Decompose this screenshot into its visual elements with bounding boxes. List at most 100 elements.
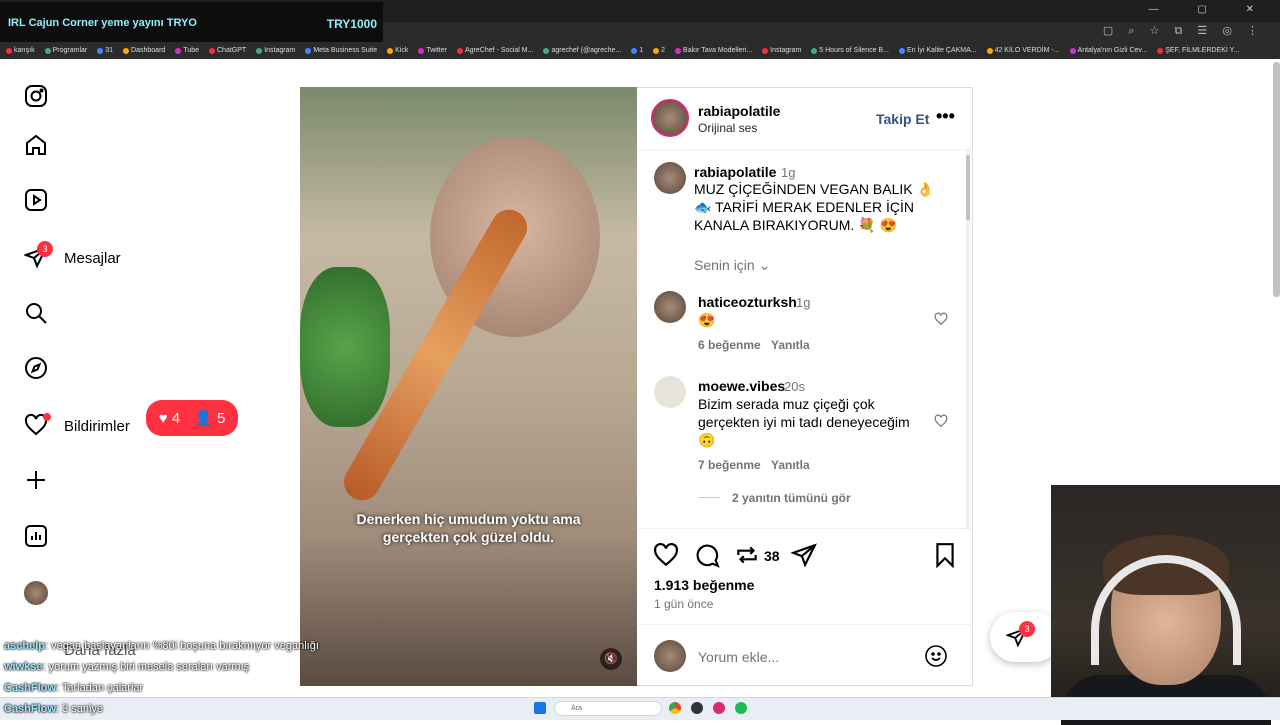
dashboard-icon[interactable] [24,524,48,548]
notifications-popup[interactable]: ♥ 4 👤 5 [146,400,238,436]
like-icon[interactable] [653,542,679,568]
audio-label[interactable]: Orijinal ses [698,121,757,135]
windows-start-icon[interactable] [534,702,546,714]
author-avatar[interactable] [651,99,689,137]
video-background [300,267,390,427]
bookmark-item[interactable]: AgreChef - Social M... [456,47,533,54]
for-you-label[interactable]: Senin için ⌄ [694,257,770,274]
app-icon[interactable] [691,702,703,714]
page-scrollbar[interactable] [1273,62,1280,297]
bookmark-item[interactable]: agrechef (@agreche... [543,47,621,54]
search-icon[interactable] [24,301,48,325]
comment-username[interactable]: haticeozturksh [698,294,797,310]
comment-like-icon[interactable] [934,414,948,428]
bookmark-item[interactable]: Bakır Tava Modelleri... [675,47,752,54]
bookmarks-bar: karışık Programlar 31 Dashboard Tube ChatGPT I… [0,42,1280,59]
stream-goal: TRY1000 [326,17,377,31]
follows-count: 👤 5 [194,410,226,427]
bookmark-item[interactable]: Programlar [44,47,87,54]
comment-likes[interactable]: 7 beğenme [698,458,761,472]
bookmark-item[interactable]: Meta Business Suite [305,47,377,54]
bookmark-item[interactable]: 42 KİLO VERDİM -... [986,47,1060,54]
comment-avatar[interactable] [654,376,686,408]
comment-text: 😍 [698,312,716,328]
reply-button[interactable]: Yanıtla [771,458,810,472]
commenter-avatar [654,640,686,672]
caption-username[interactable]: rabiapolatile [694,164,776,180]
instagram-logo-icon[interactable] [24,84,48,108]
comment-avatar[interactable] [654,291,686,323]
taskbar-search[interactable]: Ara [554,701,662,716]
repost-count: 38 [764,548,780,564]
toolbar-icons[interactable]: ▢ ⌕ ☆ ⧉ ☰ ◎ ⋮ [1103,24,1264,38]
bookmark-item[interactable]: Instagram [256,47,295,54]
divider [637,624,973,625]
chat-message: aschelp: vegan başlayanların %80i boşuna… [4,640,319,652]
replies-line [698,497,720,498]
stream-title: IRL Cajun Corner yeme yayını TRYO [8,17,197,29]
bookmark-item[interactable]: En İyi Kalite ÇAKMA... [898,47,977,54]
tab-strip [383,0,1280,22]
comment-text: Bizim serada muz çiçeği çok gerçekten iy… [698,396,910,448]
home-icon[interactable] [24,133,48,157]
comment-likes[interactable]: 6 beğenme [698,338,761,352]
reply-button[interactable]: Yanıtla [771,338,810,352]
bookmark-item[interactable]: Instagram [762,47,801,54]
divider [637,528,973,529]
emoji-icon[interactable] [924,644,948,668]
mute-icon[interactable]: 🔇 [600,648,622,670]
chrome-icon[interactable] [669,702,681,714]
bookmark-item[interactable]: 2 [653,47,665,54]
window-controls[interactable]: — ▢ ✕ [1149,4,1272,15]
sidebar-item-notifications[interactable]: Bildirimler [64,418,130,435]
chat-message: CashFlow: 3 saniye [4,703,104,715]
spotify-icon[interactable] [735,702,747,714]
comment-time: 1g [796,295,811,310]
bookmark-item[interactable]: Twitter [418,47,447,54]
caption-text: MUZ ÇİÇEĞİNDEN VEGAN BALIK 👌 🐟 TARİFİ ME… [694,181,934,233]
post-video[interactable] [300,87,637,686]
bookmark-item[interactable]: Dashboard [123,47,165,54]
sidebar-item-messages[interactable]: Mesajlar [64,250,121,267]
chat-message: CashFlow: Tarladan çalarlar [4,682,144,694]
like-count[interactable]: 1.913 beğenme [654,577,754,593]
bookmark-item[interactable]: 1 [631,47,643,54]
bookmark-item[interactable]: ŞEF, FİLMLERDEKİ Y... [1157,47,1239,54]
chat-message: wiwkse: yorum yazmış biri mesela seralar… [4,661,250,673]
follow-button[interactable]: Takip Et [876,111,929,127]
bookmark-item[interactable]: karışık [6,47,35,54]
post-date: 1 gün önce [654,597,714,611]
divider [637,149,973,150]
profile-avatar[interactable] [24,581,48,605]
explore-icon[interactable] [24,356,48,380]
comment-input[interactable]: Yorum ekle... [698,649,779,665]
more-options-icon[interactable]: ••• [936,106,955,127]
instagram-taskbar-icon[interactable] [713,702,725,714]
share-icon[interactable] [791,542,817,568]
caption-time: 1g [781,165,796,180]
create-plus-icon[interactable] [24,468,48,492]
comments-scroll-thumb[interactable] [966,155,970,220]
comment-icon[interactable] [694,542,720,568]
bookmark-icon[interactable] [932,542,958,568]
stream-banner: IRL Cajun Corner yeme yayını TRYO TRY100… [0,2,383,44]
repost-icon[interactable] [734,542,760,568]
bookmark-item[interactable]: Kick [387,47,408,54]
messages-badge: 3 [37,241,53,257]
view-replies-button[interactable]: 2 yanıtın tümünü gör [732,491,851,505]
video-caption: Denerken hiç umudum yoktu ama gerçekten … [356,511,581,545]
bookmark-item[interactable]: Antalya'nın Gizli Cev... [1069,47,1147,54]
comment-like-icon[interactable] [934,312,948,326]
comment-time: 20s [784,379,805,394]
reels-icon[interactable] [24,188,48,212]
comment-username[interactable]: moewe.vibes [698,378,785,394]
floating-messages-button[interactable]: 3 [990,612,1060,662]
likes-count: ♥ 4 [158,409,181,427]
bookmark-item[interactable]: 5 Hours of Silence B... [811,47,889,54]
caption-avatar[interactable] [654,162,686,194]
bookmark-item[interactable]: Tube [175,47,199,54]
bookmark-item[interactable]: ChatGPT [209,47,246,54]
bookmark-item[interactable]: 31 [97,47,113,54]
author-username[interactable]: rabiapolatile [698,103,780,119]
webcam-overlay [1051,485,1280,725]
